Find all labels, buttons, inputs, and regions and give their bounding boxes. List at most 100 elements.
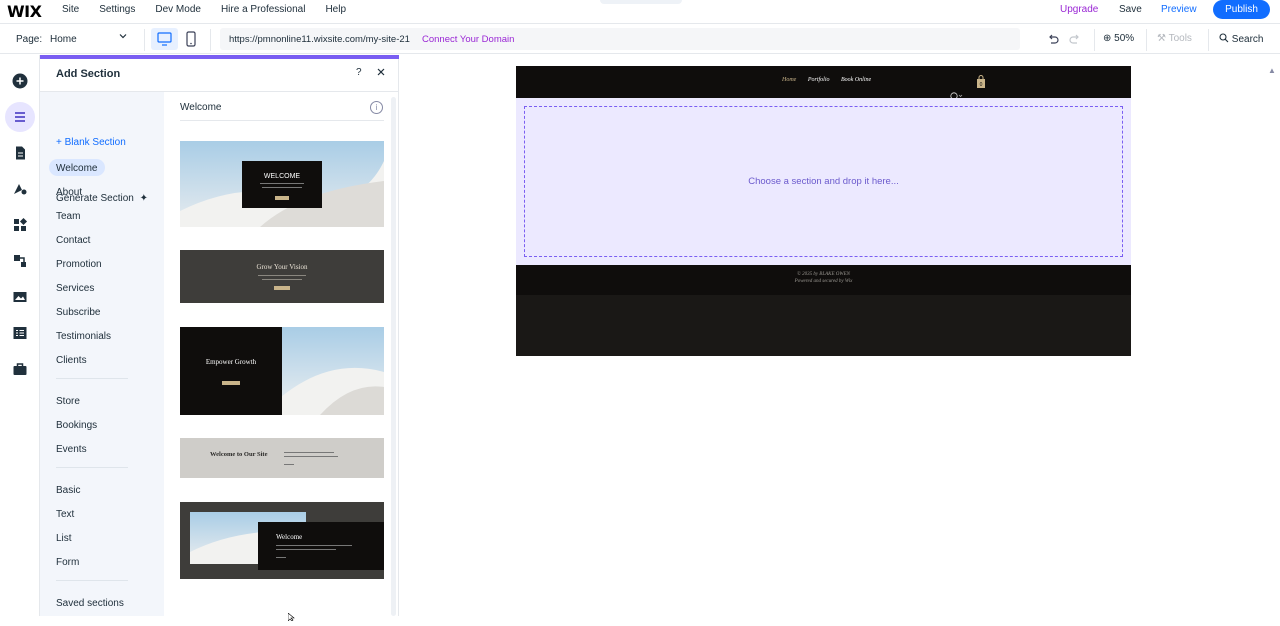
add-elements-icon[interactable] [10, 71, 30, 91]
apps-icon[interactable] [10, 215, 30, 235]
category-services[interactable]: Services [56, 283, 94, 294]
divider [144, 29, 145, 51]
menu-help[interactable]: Help [325, 4, 346, 15]
undo-icon[interactable] [1046, 32, 1060, 49]
thumbnail-image: Welcome to Our Site [180, 438, 384, 478]
category-testimonials[interactable]: Testimonials [56, 331, 111, 342]
section-thumbnail-5[interactable]: Welcome [180, 502, 384, 579]
canvas-scroll-up-icon[interactable]: ▲ [1268, 66, 1278, 78]
search-button[interactable]: Search [1219, 33, 1263, 45]
site-nav: Home Portfolio Book Online [782, 77, 881, 83]
category-promotion[interactable]: Promotion [56, 259, 102, 270]
media-icon[interactable] [10, 287, 30, 307]
thumb-title: Empower Growth [206, 358, 257, 366]
cms-icon[interactable] [10, 323, 30, 343]
category-events[interactable]: Events [56, 444, 87, 455]
category-team[interactable]: Team [56, 211, 80, 222]
thumb-title: Grow Your Vision [257, 263, 308, 271]
thumb-title: Welcome [276, 533, 302, 541]
portfolio-icon[interactable] [10, 359, 30, 379]
divider [210, 29, 211, 51]
blank-section-button[interactable]: + Blank Section [56, 137, 126, 148]
desktop-view-button[interactable] [151, 28, 178, 50]
page-select[interactable]: Home [50, 34, 77, 45]
top-bar: WIX Site Settings Dev Mode Hire a Profes… [0, 0, 1280, 24]
thumbnail-image: Empower Growth [180, 327, 384, 415]
connect-domain-link[interactable]: Connect Your Domain [422, 34, 514, 45]
category-bookings[interactable]: Bookings [56, 420, 97, 431]
category-saved-sections[interactable]: Saved sections [56, 598, 124, 609]
divider [56, 580, 128, 581]
divider [56, 378, 128, 379]
site-url[interactable]: https://pmnonline11.wixsite.com/my-site-… [229, 34, 410, 45]
section-thumbnail-4[interactable]: Welcome to Our Site [180, 438, 384, 478]
category-contact[interactable]: Contact [56, 235, 90, 246]
section-thumbnail-2[interactable]: Grow Your Vision [180, 250, 384, 303]
blank-section-label: Blank Section [64, 137, 126, 148]
footer-text: © 2035 by BLAKE OWEN Powered and secured… [516, 271, 1131, 285]
plus-icon: + [56, 137, 62, 148]
zoom-level: 50% [1114, 33, 1135, 44]
category-form[interactable]: Form [56, 557, 79, 568]
search-icon [1219, 33, 1232, 45]
pages-icon[interactable] [10, 143, 30, 163]
mobile-icon [186, 31, 196, 47]
panel-scrollbar[interactable] [391, 97, 396, 616]
design-icon[interactable] [10, 179, 30, 199]
redo-icon[interactable] [1068, 32, 1082, 49]
publish-button[interactable]: Publish [1213, 0, 1270, 19]
menu-settings[interactable]: Settings [99, 4, 135, 15]
top-menu: Site Settings Dev Mode Hire a Profession… [62, 4, 366, 15]
thumb-title: Welcome to Our Site [210, 451, 268, 458]
section-thumbnail-3[interactable]: Empower Growth [180, 327, 384, 415]
category-subscribe[interactable]: Subscribe [56, 307, 100, 318]
category-basic[interactable]: Basic [56, 485, 80, 496]
business-tools-icon[interactable] [10, 251, 30, 271]
category-store[interactable]: Store [56, 396, 80, 407]
section-list-title: Welcome [180, 102, 222, 113]
nav-item-home[interactable]: Home [782, 77, 796, 83]
thumbnail-image: Welcome [180, 502, 384, 579]
upgrade-link[interactable]: Upgrade [1060, 4, 1098, 15]
left-toolbar [0, 55, 40, 616]
desktop-icon [157, 32, 172, 46]
divider [1146, 29, 1147, 51]
svg-text:0: 0 [980, 82, 983, 88]
panel-title: Add Section [56, 68, 121, 80]
divider [180, 120, 384, 121]
preview-button[interactable]: Preview [1161, 4, 1197, 15]
info-icon[interactable]: i [370, 101, 383, 114]
nav-item-portfolio[interactable]: Portfolio [808, 77, 830, 83]
cart-icon[interactable]: 0 [976, 75, 986, 94]
category-list[interactable]: List [56, 533, 72, 544]
thumb-title: WELCOME [264, 173, 301, 180]
tools-icon: ⚒ [1157, 33, 1166, 44]
divider [1094, 29, 1095, 51]
add-section-icon[interactable] [10, 107, 30, 127]
mobile-view-button[interactable] [185, 31, 197, 47]
category-about[interactable]: About [56, 187, 82, 198]
cursor-icon [287, 608, 296, 626]
category-clients[interactable]: Clients [56, 355, 87, 366]
divider [1208, 29, 1209, 51]
help-icon[interactable]: ? [356, 67, 362, 78]
divider [56, 467, 128, 468]
close-icon[interactable] [376, 66, 386, 80]
tools-button[interactable]: ⚒ Tools [1157, 33, 1192, 44]
footer-copyright: © 2035 by BLAKE OWEN [797, 272, 850, 277]
drop-zone-text: Choose a section and drop it here... [748, 176, 899, 187]
chevron-down-icon[interactable] [118, 31, 128, 44]
category-text[interactable]: Text [56, 509, 74, 520]
menu-hire-professional[interactable]: Hire a Professional [221, 4, 305, 15]
menu-dev-mode[interactable]: Dev Mode [155, 4, 201, 15]
menu-site[interactable]: Site [62, 4, 79, 15]
zoom-control[interactable]: ⊕ 50% [1103, 33, 1134, 44]
thumbnail-image: Grow Your Vision [180, 250, 384, 303]
save-button[interactable]: Save [1119, 4, 1142, 15]
section-thumbnail-1[interactable]: WELCOME [180, 141, 384, 227]
top-handle[interactable] [600, 0, 682, 4]
wix-logo[interactable]: WIX [7, 2, 42, 21]
nav-item-book-online[interactable]: Book Online [841, 77, 871, 83]
category-welcome[interactable]: Welcome [56, 163, 98, 174]
page-label: Page: [16, 34, 43, 45]
